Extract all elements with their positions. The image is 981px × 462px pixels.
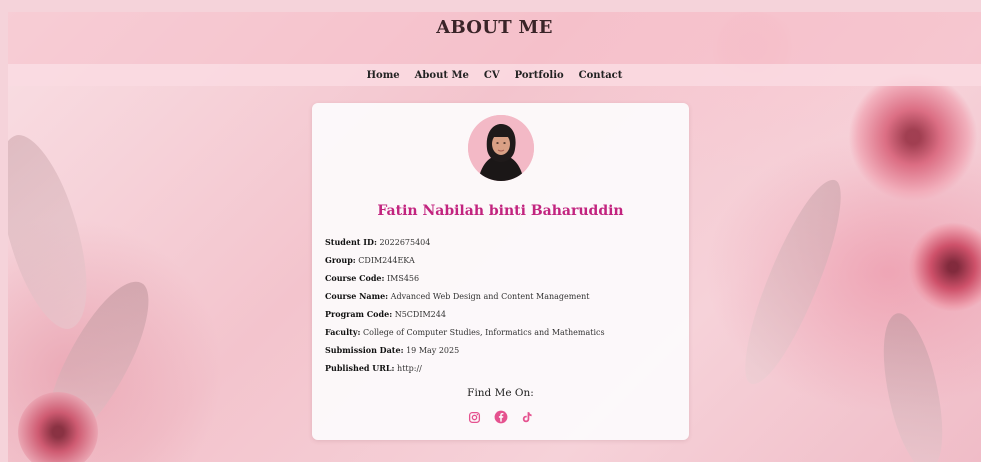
detail-submission-date: Submission Date: 19 May 2025	[325, 341, 675, 359]
profile-name: Fatin Nabilah binti Baharuddin	[377, 203, 624, 219]
page-background: ABOUT ME Home About Me CV Portfolio Cont…	[8, 12, 981, 462]
decorative-flower	[908, 222, 981, 312]
avatar	[468, 115, 534, 181]
nav-link-contact[interactable]: Contact	[579, 70, 623, 81]
detail-label: Group:	[325, 255, 356, 265]
tiktok-icon[interactable]	[520, 410, 534, 424]
detail-label: Faculty:	[325, 327, 361, 337]
decorative-leaf	[8, 126, 111, 338]
nav-link-about-me[interactable]: About Me	[415, 70, 469, 81]
nav-link-portfolio[interactable]: Portfolio	[515, 70, 564, 81]
instagram-icon[interactable]	[468, 410, 482, 424]
detail-value: Advanced Web Design and Content Manageme…	[390, 292, 590, 301]
detail-label: Published URL:	[325, 363, 395, 373]
nav-link-cv[interactable]: CV	[484, 70, 500, 81]
detail-faculty: Faculty: College of Computer Studies, In…	[325, 323, 675, 341]
detail-published-url: Published URL: http://	[325, 359, 675, 377]
decorative-flower	[848, 72, 978, 202]
detail-course-code: Course Code: IMS456	[325, 269, 675, 287]
detail-value: N5CDIM244	[394, 310, 446, 319]
detail-label: Course Name:	[325, 291, 389, 301]
detail-label: Course Code:	[325, 273, 385, 283]
avatar-portrait-icon	[468, 115, 534, 181]
facebook-icon[interactable]	[494, 410, 508, 424]
detail-label: Student ID:	[325, 237, 377, 247]
detail-value: IMS456	[387, 274, 420, 283]
detail-value: College of Computer Studies, Informatics…	[363, 328, 605, 337]
page-title: ABOUT ME	[436, 17, 553, 38]
detail-label: Submission Date:	[325, 345, 404, 355]
social-links	[312, 410, 689, 424]
detail-value: 19 May 2025	[406, 346, 460, 355]
detail-value: CDIM244EKA	[358, 256, 415, 265]
detail-course-name: Course Name: Advanced Web Design and Con…	[325, 287, 675, 305]
find-me-heading: Find Me On:	[467, 387, 534, 399]
detail-student-id: Student ID: 2022675404	[325, 233, 675, 251]
site-header: ABOUT ME	[8, 12, 981, 64]
main-nav: Home About Me CV Portfolio Contact	[8, 64, 981, 86]
detail-program-code: Program Code: N5CDIM244	[325, 305, 675, 323]
profile-details: Student ID: 2022675404 Group: CDIM244EKA…	[325, 233, 675, 377]
decorative-flower	[18, 392, 98, 462]
detail-label: Program Code:	[325, 309, 393, 319]
profile-card: Fatin Nabilah binti Baharuddin Student I…	[312, 103, 689, 440]
decorative-leaf	[868, 308, 958, 462]
nav-link-home[interactable]: Home	[367, 70, 400, 81]
detail-value: 2022675404	[379, 238, 431, 247]
detail-group: Group: CDIM244EKA	[325, 251, 675, 269]
decorative-leaf	[731, 170, 855, 394]
detail-value: http://	[397, 364, 422, 373]
